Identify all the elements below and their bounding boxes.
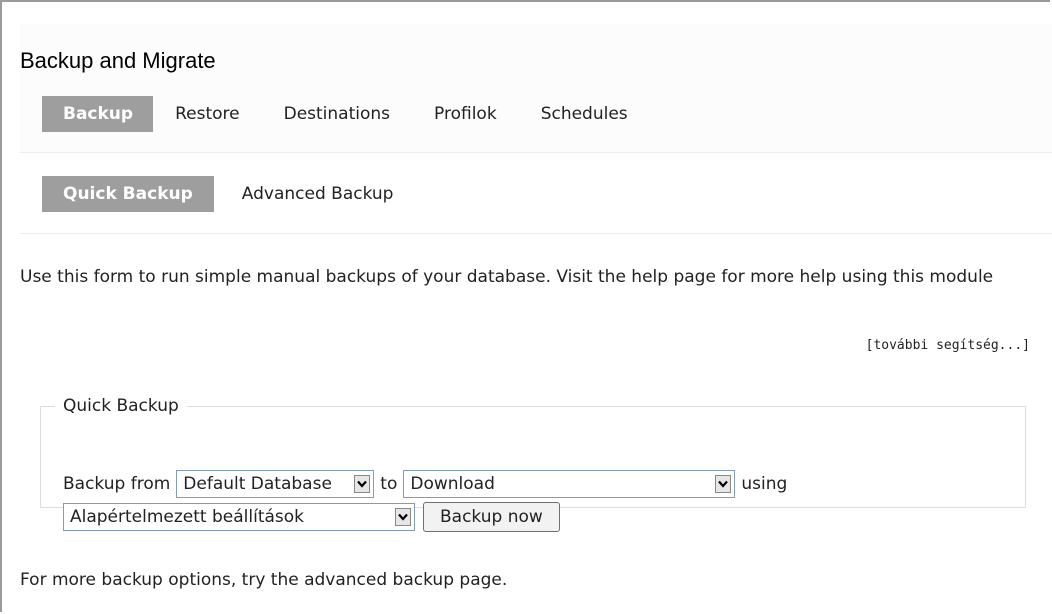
backup-now-button[interactable]: Backup now [423,502,560,532]
tab-restore[interactable]: Restore [163,96,252,132]
backup-from-label: Backup from [63,474,171,494]
to-label: to [380,474,398,494]
subtab-advanced-backup[interactable]: Advanced Backup [228,176,408,212]
subtab-quick-backup[interactable]: Quick Backup [42,176,214,212]
using-label: using [741,474,788,494]
page-title: Backup and Migrate [20,48,216,73]
intro-text: Use this form to run simple manual backu… [20,267,994,287]
chevron-down-icon [395,508,411,526]
tab-destinations[interactable]: Destinations [272,96,402,132]
tab-profiles[interactable]: Profilok [422,96,509,132]
backup-options-row: Backup from Default Database to Download… [63,470,787,498]
more-help-link[interactable]: [további segítség...] [866,338,1030,353]
profile-select-value: Alapértelmezett beállítások [70,507,305,527]
advanced-backup-note: For more backup options, try the advance… [20,570,508,590]
source-select[interactable]: Default Database [176,470,375,498]
destination-select-value: Download [410,474,495,494]
chevron-down-icon [354,475,371,493]
profile-select[interactable]: Alapértelmezett beállítások [63,503,415,531]
quick-backup-legend: Quick Backup [63,396,179,416]
tab-schedules[interactable]: Schedules [529,96,640,132]
tab-backup[interactable]: Backup [42,96,154,132]
primary-tabs: Backup Restore Destinations Profilok Sch… [42,96,660,132]
quick-backup-fieldset: Quick Backup Backup from Default Databas… [40,396,1026,532]
source-select-value: Default Database [183,474,332,494]
secondary-tabs: Quick Backup Advanced Backup [42,176,407,212]
page-header [20,24,1052,153]
destination-select[interactable]: Download [403,470,736,498]
chevron-down-icon [715,475,732,493]
profile-row: Alapértelmezett beállítások Backup now [63,502,560,532]
